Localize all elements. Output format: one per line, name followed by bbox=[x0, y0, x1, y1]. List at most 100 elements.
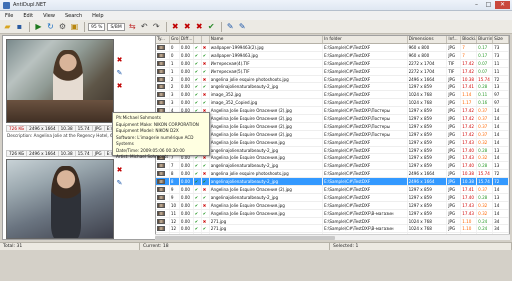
row-blockiness: 1.17 bbox=[461, 99, 478, 107]
check-icon: ✔ bbox=[194, 178, 202, 186]
menu-search[interactable]: Search bbox=[60, 13, 87, 19]
row-group: 8 bbox=[170, 170, 180, 178]
row-folder: E:\Sample\C#\TestDXF bbox=[323, 217, 408, 225]
rename-second-icon[interactable]: ✎ bbox=[237, 21, 248, 32]
row-dimensions: 1297 x 859 bbox=[408, 107, 448, 115]
paths-icon[interactable]: ▣ bbox=[69, 21, 80, 32]
row-info: JPG bbox=[447, 130, 462, 138]
row-blockiness: 17.42 bbox=[461, 107, 478, 115]
table-row[interactable]: 11 0.00 ✔ ✔ Angelina Jolie Esquire Опасения.… bbox=[156, 209, 509, 218]
delete-mark-icon[interactable]: ✖ bbox=[202, 217, 210, 225]
table-row[interactable]: 0 0.00 ✔ ✔ wallpaper-1999463.jpg E:\Sample\C#… bbox=[156, 51, 509, 60]
rename-first-icon[interactable]: ✎ bbox=[225, 21, 236, 32]
view-mode-select[interactable]: S/BM bbox=[107, 22, 125, 31]
keep-mark-icon[interactable]: ✔ bbox=[202, 193, 210, 201]
options-icon[interactable]: ⚙ bbox=[57, 21, 68, 32]
column-blurring[interactable]: Blurring bbox=[477, 36, 494, 43]
delete-both-icon[interactable]: ✖ bbox=[194, 21, 205, 32]
refresh-icon[interactable]: ↻ bbox=[45, 21, 56, 32]
row-folder: E:\Sample\C#\TestDXF\Постеры bbox=[323, 122, 408, 130]
row-name: Angelina Jolie Esquire Опасения.jpg bbox=[210, 209, 324, 217]
table-row[interactable]: 12 0.00 ✔ ✖ 271.jpg E:\Sample\C#\TestDXF 1024 … bbox=[156, 217, 509, 226]
column-dimensions[interactable]: Dimensions bbox=[408, 36, 448, 43]
table-row[interactable]: 9 0.00 ✔ ✖ Angelina Jolie Esquire Опасения (… bbox=[156, 186, 509, 194]
column-group[interactable]: Gro... bbox=[170, 36, 180, 43]
keep-mark-icon[interactable]: ✔ bbox=[202, 51, 210, 59]
column-size[interactable]: Size bbox=[493, 36, 509, 43]
undo-icon[interactable]: ↶ bbox=[139, 21, 150, 32]
row-group: 12 bbox=[170, 225, 180, 233]
delete-mark-icon[interactable]: ✖ bbox=[202, 186, 210, 193]
table-row[interactable]: 10 0.00 ✔ ✖ Angelina Jolie Esquire Опасения.… bbox=[156, 201, 509, 210]
delete-image-icon[interactable]: ✖ bbox=[115, 166, 124, 175]
delete-mark-icon[interactable]: ✖ bbox=[202, 59, 210, 67]
column-info[interactable]: Inf... bbox=[447, 36, 462, 43]
maximize-button[interactable]: □ bbox=[483, 1, 494, 9]
column-folder[interactable]: In folder bbox=[323, 36, 408, 43]
delete-mark-icon[interactable]: ✖ bbox=[202, 91, 210, 99]
table-row[interactable]: 2 0.00 ✔ ✖ angelina jolie esquire photoshoot… bbox=[156, 75, 509, 84]
table-row[interactable]: 3 0.00 ✔ ✔ image_352_Сopied.jpg E:\Sample\C#\… bbox=[156, 99, 509, 108]
table-row[interactable]: 2 0.00 ✔ ✔ angelinajolienaturalbeauty-2_jpg E… bbox=[156, 83, 509, 92]
table-row[interactable]: 3 0.00 ✔ ✖ image_352.jpg E:\Sample\C#\TestDXF… bbox=[156, 91, 509, 100]
thumbnail-image bbox=[157, 194, 165, 200]
table-row[interactable]: 0 0.00 ✔ ✖ wallpaper-1999463(2).jpg E:\Sample… bbox=[156, 44, 509, 52]
open-folder-icon[interactable]: ▰ bbox=[2, 21, 13, 32]
close-button[interactable]: ✕ bbox=[495, 1, 510, 9]
preview-image-second[interactable] bbox=[6, 159, 114, 239]
column-name[interactable]: Name bbox=[210, 36, 324, 43]
row-size: 73 bbox=[493, 51, 509, 59]
horizontal-scrollbar[interactable] bbox=[155, 234, 510, 240]
delete-mark-icon[interactable]: ✖ bbox=[202, 75, 210, 83]
menu-view[interactable]: View bbox=[38, 13, 60, 19]
keep-mark-icon[interactable]: ✔ bbox=[202, 83, 210, 91]
move-image-icon[interactable]: ✖ bbox=[115, 82, 124, 91]
preview-image-first[interactable] bbox=[6, 39, 114, 123]
redo-icon[interactable]: ↷ bbox=[151, 21, 162, 32]
delete-mark-icon[interactable]: ✖ bbox=[202, 44, 210, 51]
row-dimensions: 2272 x 1704 bbox=[408, 59, 448, 67]
row-size: 13 bbox=[493, 83, 509, 91]
keep-mark-icon[interactable]: ✔ bbox=[202, 209, 210, 217]
rename-image-icon[interactable]: ✎ bbox=[115, 69, 124, 78]
zoom-select[interactable]: 95 % bbox=[88, 22, 106, 31]
delete-second-icon[interactable]: ✖ bbox=[182, 21, 193, 32]
delete-mark-icon[interactable]: ✖ bbox=[202, 170, 210, 178]
table-row[interactable]: 1 0.00 ✔ ✖ Интересная(4).TIF E:\Sample\C#\Tes… bbox=[156, 59, 509, 68]
save-icon[interactable]: ▪ bbox=[14, 21, 25, 32]
delete-image-icon[interactable]: ✖ bbox=[115, 56, 124, 65]
row-blockiness: 17.42 bbox=[461, 67, 478, 75]
rename-image-icon[interactable]: ✎ bbox=[115, 179, 124, 188]
menu-help[interactable]: Help bbox=[87, 13, 108, 19]
row-group: 10 bbox=[170, 201, 180, 209]
column-difference[interactable]: Diff... bbox=[180, 36, 194, 43]
menu-file[interactable]: File bbox=[0, 13, 18, 19]
row-size: 13 bbox=[493, 162, 509, 170]
start-search-icon[interactable]: ▶ bbox=[33, 21, 44, 32]
delete-mark-icon[interactable]: ✖ bbox=[202, 201, 210, 209]
keep-mark-icon[interactable]: ✔ bbox=[202, 162, 210, 170]
keep-mark-icon[interactable]: ✔ bbox=[202, 67, 210, 75]
table-row[interactable]: 12 0.00 ✔ ✔ 271.jpg E:\Sample\C#\TestDXF\В-ма… bbox=[156, 225, 509, 234]
row-size: 14 bbox=[493, 115, 509, 122]
table-row[interactable]: 1 0.00 ✔ ✔ Интересная(5).TIF E:\Sample\C#\Tes… bbox=[156, 67, 509, 76]
column-type[interactable]: Ty... bbox=[156, 36, 170, 43]
column-status[interactable] bbox=[194, 36, 202, 43]
column-action[interactable] bbox=[202, 36, 210, 43]
mistake-icon[interactable]: ✔ bbox=[206, 21, 217, 32]
row-group: 2 bbox=[170, 75, 180, 83]
table-row[interactable]: 9 0.00 ✔ ✔ angelinajolienaturalbeauty-2_jpg E… bbox=[156, 193, 509, 202]
table-row[interactable]: 8 0.00 ✔ ✔ angelinajolienaturalbeauty-2_jpg E… bbox=[156, 178, 509, 187]
swap-icon[interactable]: ⇆ bbox=[127, 21, 138, 32]
keep-mark-icon[interactable]: ✔ bbox=[202, 178, 210, 186]
keep-mark-icon[interactable]: ✔ bbox=[202, 99, 210, 107]
scrollbar-thumb[interactable] bbox=[155, 236, 335, 240]
column-blockiness[interactable]: Blocki... bbox=[461, 36, 478, 43]
row-name: angelinajolienaturalbeauty-2_jpg bbox=[210, 83, 324, 91]
delete-first-icon[interactable]: ✖ bbox=[170, 21, 181, 32]
table-row[interactable]: 8 0.00 ✔ ✖ angelina jolie esquire photoshoot… bbox=[156, 170, 509, 179]
table-row[interactable]: 7 0.00 ✔ ✔ angelinajolienaturalbeauty-2_jpg E… bbox=[156, 162, 509, 171]
menu-edit[interactable]: Edit bbox=[18, 13, 38, 19]
minimize-button[interactable]: – bbox=[471, 1, 482, 9]
keep-mark-icon[interactable]: ✔ bbox=[202, 225, 210, 233]
